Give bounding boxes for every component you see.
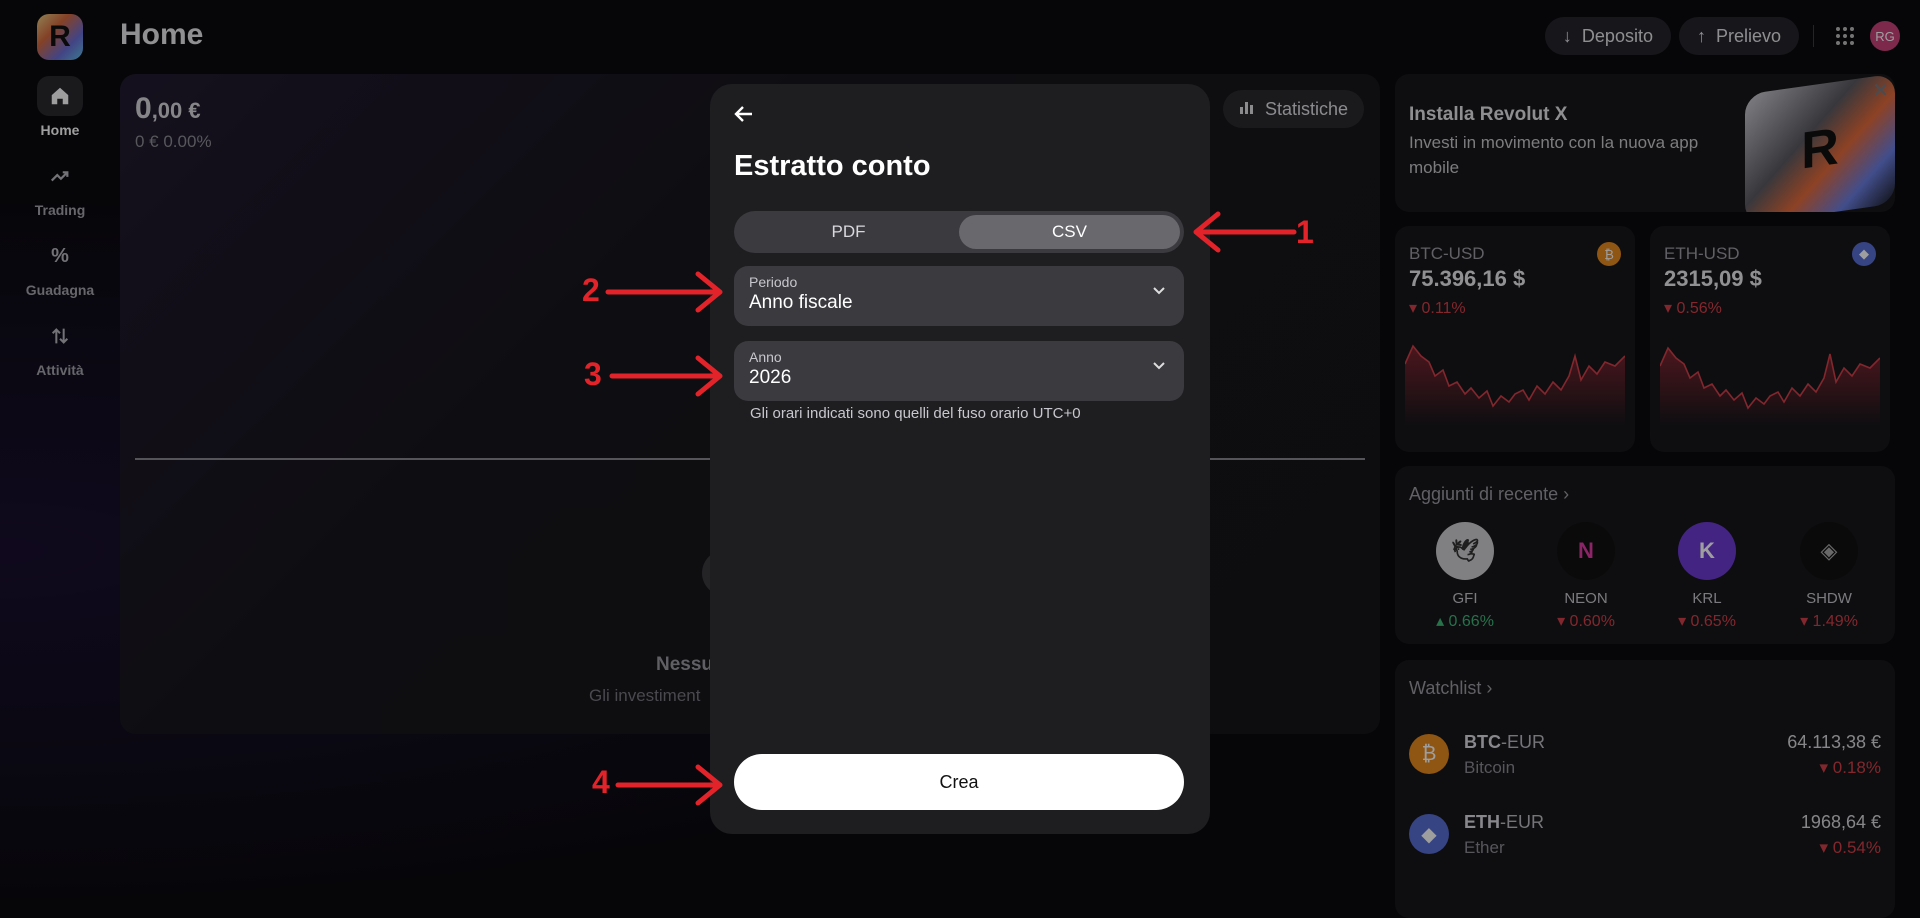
- annotation-arrows: [605, 211, 1297, 806]
- annotation-arrow-1: [1193, 211, 1297, 253]
- annotation-label-4: 4: [592, 764, 610, 800]
- annotation-label-3: 3: [584, 356, 602, 392]
- annotation-label-2: 2: [582, 272, 600, 308]
- annotation-label-1: 1: [1296, 214, 1314, 250]
- annotation-arrow-4: [615, 764, 723, 806]
- annotation-arrow-2: [605, 271, 723, 313]
- annotation-arrow-3: [609, 355, 723, 397]
